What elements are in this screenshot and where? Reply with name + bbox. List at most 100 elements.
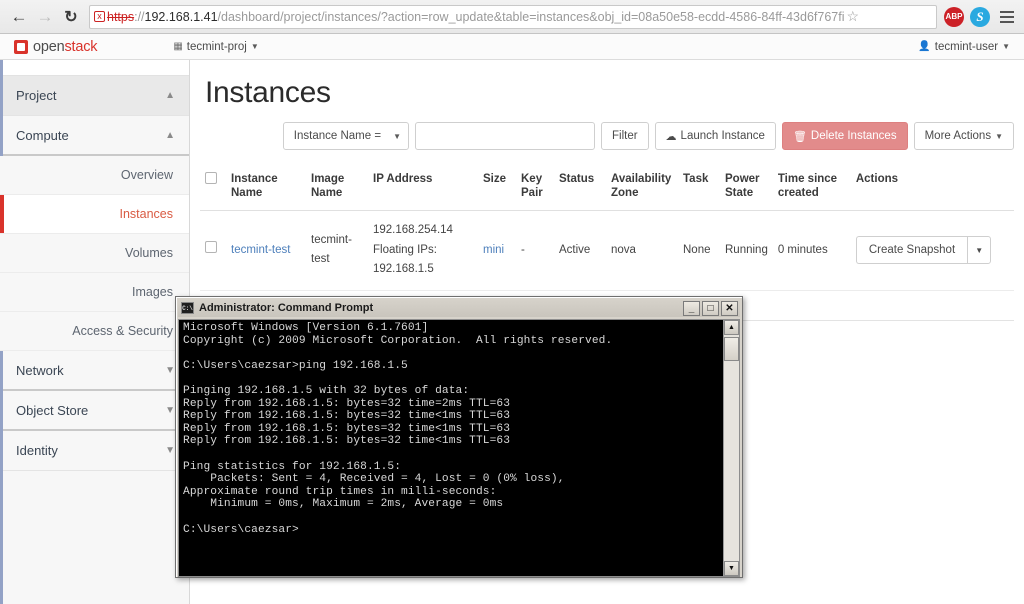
- column-header-availability-zone[interactable]: Availability Zone: [606, 164, 678, 211]
- scroll-up-button[interactable]: ▲: [724, 320, 739, 335]
- url-path: /dashboard/project/instances/?action=row…: [218, 10, 845, 24]
- window-controls: _ □ ✕: [683, 301, 738, 316]
- launch-instance-label: Launch Instance: [681, 130, 765, 142]
- cell-instance-name: tecmint-test: [226, 211, 306, 291]
- sidebar-group-compute[interactable]: Compute ▲: [0, 116, 189, 156]
- column-header-actions: Actions: [851, 164, 1014, 211]
- sidebar-group-project-label: Project: [16, 88, 56, 103]
- maximize-button[interactable]: □: [702, 301, 719, 316]
- star-icon[interactable]: ☆: [847, 8, 860, 25]
- chevron-down-icon: ▼: [165, 365, 175, 376]
- close-button[interactable]: ✕: [721, 301, 738, 316]
- ip-primary: 192.168.254.14: [373, 221, 473, 241]
- sidebar-item-access-and-security[interactable]: Access & Security: [0, 312, 189, 351]
- cell-status: Active: [554, 211, 606, 291]
- column-header-time-since-created[interactable]: Time since created: [773, 164, 851, 211]
- scrollbar-track[interactable]: [724, 361, 739, 561]
- sidebar-group-identity[interactable]: Identity ▼: [0, 431, 189, 471]
- sidebar-item-overview[interactable]: Overview: [0, 156, 189, 195]
- ip-floating-label: Floating IPs:: [373, 241, 473, 261]
- sidebar-item-instances[interactable]: Instances: [0, 195, 189, 234]
- filter-field-select[interactable]: Instance Name = ▼: [283, 122, 409, 150]
- sidebar-item-label: Volumes: [125, 246, 173, 260]
- sidebar-item-label: Overview: [121, 168, 173, 182]
- chevron-down-icon: ▼: [393, 132, 401, 141]
- skype-icon[interactable]: S: [970, 7, 990, 27]
- sidebar-group-object-store[interactable]: Object Store ▼: [0, 391, 189, 431]
- address-bar[interactable]: xhttps://192.168.1.41/dashboard/project/…: [89, 5, 937, 29]
- url-scheme: https: [107, 10, 134, 24]
- column-header-power-state[interactable]: Power State: [720, 164, 773, 211]
- delete-instances-button[interactable]: 🗑 Delete Instances: [782, 122, 908, 150]
- filter-search-input[interactable]: [415, 122, 595, 150]
- launch-instance-button[interactable]: ☁ Launch Instance: [655, 122, 776, 150]
- sidebar-item-label: Instances: [119, 207, 173, 221]
- sidebar-group-network-label: Network: [16, 363, 64, 378]
- back-arrow-icon[interactable]: ←: [6, 4, 32, 30]
- sidebar-item-volumes[interactable]: Volumes: [0, 234, 189, 273]
- row-checkbox[interactable]: [205, 241, 217, 253]
- sidebar-group-network[interactable]: Network ▼: [0, 351, 189, 391]
- column-header-image-name[interactable]: Image Name: [306, 164, 368, 211]
- cell-ip-address: 192.168.254.14 Floating IPs: 192.168.1.5: [368, 211, 478, 291]
- cell-key-pair: -: [516, 211, 554, 291]
- screenshot-root: ← → ↻ xhttps://192.168.1.41/dashboard/pr…: [0, 0, 1024, 604]
- more-actions-label: More Actions: [925, 130, 991, 142]
- column-header-ip-address[interactable]: IP Address: [368, 164, 478, 211]
- sidebar-item-images[interactable]: Images: [0, 273, 189, 312]
- scroll-down-button[interactable]: ▼: [724, 561, 739, 576]
- select-all-checkbox[interactable]: [205, 172, 217, 184]
- filter-button[interactable]: Filter: [601, 122, 649, 150]
- column-header-task[interactable]: Task: [678, 164, 720, 211]
- delete-instances-label: Delete Instances: [811, 130, 897, 142]
- column-header-key-pair[interactable]: Key Pair: [516, 164, 554, 211]
- instances-toolbar: Instance Name = ▼ Filter ☁ Launch Instan…: [205, 122, 1014, 150]
- openstack-top-navbar: openstack ▦ tecmint-proj ▼ 👤 tecmint-use…: [0, 34, 1024, 60]
- size-link[interactable]: mini: [483, 244, 504, 256]
- logo-text-stack: stack: [64, 39, 97, 55]
- command-prompt-titlebar[interactable]: C:\ Administrator: Command Prompt _ □ ✕: [178, 299, 740, 317]
- trash-icon: 🗑: [793, 130, 807, 143]
- url-host: 192.168.1.41: [145, 10, 218, 24]
- minimize-button[interactable]: _: [683, 301, 700, 316]
- user-menu[interactable]: 👤 tecmint-user ▼: [918, 41, 1010, 53]
- command-prompt-body: Microsoft Windows [Version 6.1.7601] Cop…: [178, 319, 740, 577]
- sidebar-group-project[interactable]: Project ▲: [0, 76, 189, 116]
- logo-text-open: open: [33, 39, 64, 55]
- column-header-size[interactable]: Size: [478, 164, 516, 211]
- column-header-instance-name[interactable]: Instance Name: [226, 164, 306, 211]
- browser-toolbar: ← → ↻ xhttps://192.168.1.41/dashboard/pr…: [0, 0, 1024, 34]
- openstack-logo[interactable]: openstack: [14, 39, 97, 55]
- instance-name-link[interactable]: tecmint-test: [231, 244, 290, 256]
- table-body: tecmint-test tecmint-test 192.168.254.14…: [200, 211, 1014, 291]
- filter-field-label: Instance Name =: [294, 130, 381, 142]
- command-prompt-scrollbar[interactable]: ▲ ▼: [723, 320, 739, 576]
- hamburger-menu-icon[interactable]: [996, 6, 1018, 28]
- cell-availability-zone: nova: [606, 211, 678, 291]
- chevron-down-icon: ▼: [1002, 42, 1010, 51]
- openstack-logo-icon: [14, 40, 28, 54]
- forward-arrow-icon[interactable]: →: [32, 4, 58, 30]
- sidebar-item-label: Access & Security: [72, 324, 173, 338]
- project-selector[interactable]: ▦ tecmint-proj ▼: [173, 41, 258, 53]
- sidebar-top-strip: [0, 60, 189, 76]
- sidebar: Project ▲ Compute ▲ Overview Instances V…: [0, 60, 190, 604]
- row-actions-dropdown-toggle[interactable]: ▼: [967, 236, 991, 264]
- create-snapshot-button[interactable]: Create Snapshot: [856, 236, 967, 264]
- table-header-row: Instance Name Image Name IP Address Size…: [200, 164, 1014, 211]
- reload-icon[interactable]: ↻: [58, 4, 84, 30]
- scrollbar-thumb[interactable]: [724, 337, 739, 361]
- column-header-status[interactable]: Status: [554, 164, 606, 211]
- cell-size: mini: [478, 211, 516, 291]
- chevron-down-icon: ▼: [165, 405, 175, 416]
- url-separator: ://: [134, 10, 144, 24]
- command-prompt-window[interactable]: C:\ Administrator: Command Prompt _ □ ✕ …: [175, 296, 743, 578]
- chevron-down-icon: ▼: [251, 42, 259, 51]
- adblock-plus-icon[interactable]: ABP: [944, 7, 964, 27]
- project-label: tecmint-proj: [187, 41, 247, 53]
- ip-floating-value: 192.168.1.5: [373, 260, 473, 280]
- more-actions-button[interactable]: More Actions ▼: [914, 122, 1014, 150]
- table-row: tecmint-test tecmint-test 192.168.254.14…: [200, 211, 1014, 291]
- page-title: Instances: [205, 76, 1024, 110]
- row-actions-split-button: Create Snapshot ▼: [856, 236, 1009, 264]
